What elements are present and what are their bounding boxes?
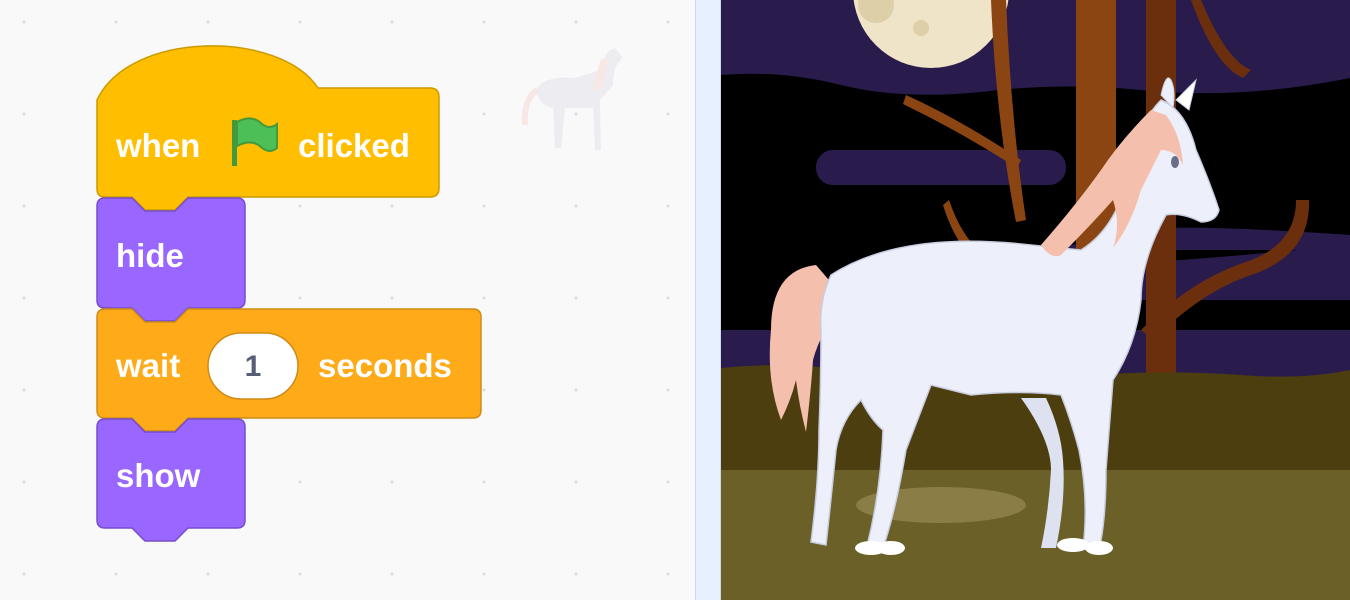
when-flag-clicked-block[interactable]: when clicked [96,45,440,211]
script-stack[interactable]: when clicked hide wait 1 seconds show [0,0,695,600]
hide-label: hide [116,237,184,274]
show-block[interactable]: show [96,418,246,542]
seconds-value[interactable]: 1 [245,350,262,383]
stage[interactable] [721,0,1350,600]
clicked-label: clicked [298,127,410,164]
wait-seconds-block[interactable]: wait 1 seconds [96,308,482,432]
show-label: show [116,457,201,494]
when-label: when [115,127,200,164]
seconds-label: seconds [318,347,452,384]
panel-divider[interactable] [695,0,721,600]
hide-block[interactable]: hide [96,197,246,322]
wait-label: wait [115,347,180,384]
code-workspace[interactable]: when clicked hide wait 1 seconds show [0,0,695,600]
